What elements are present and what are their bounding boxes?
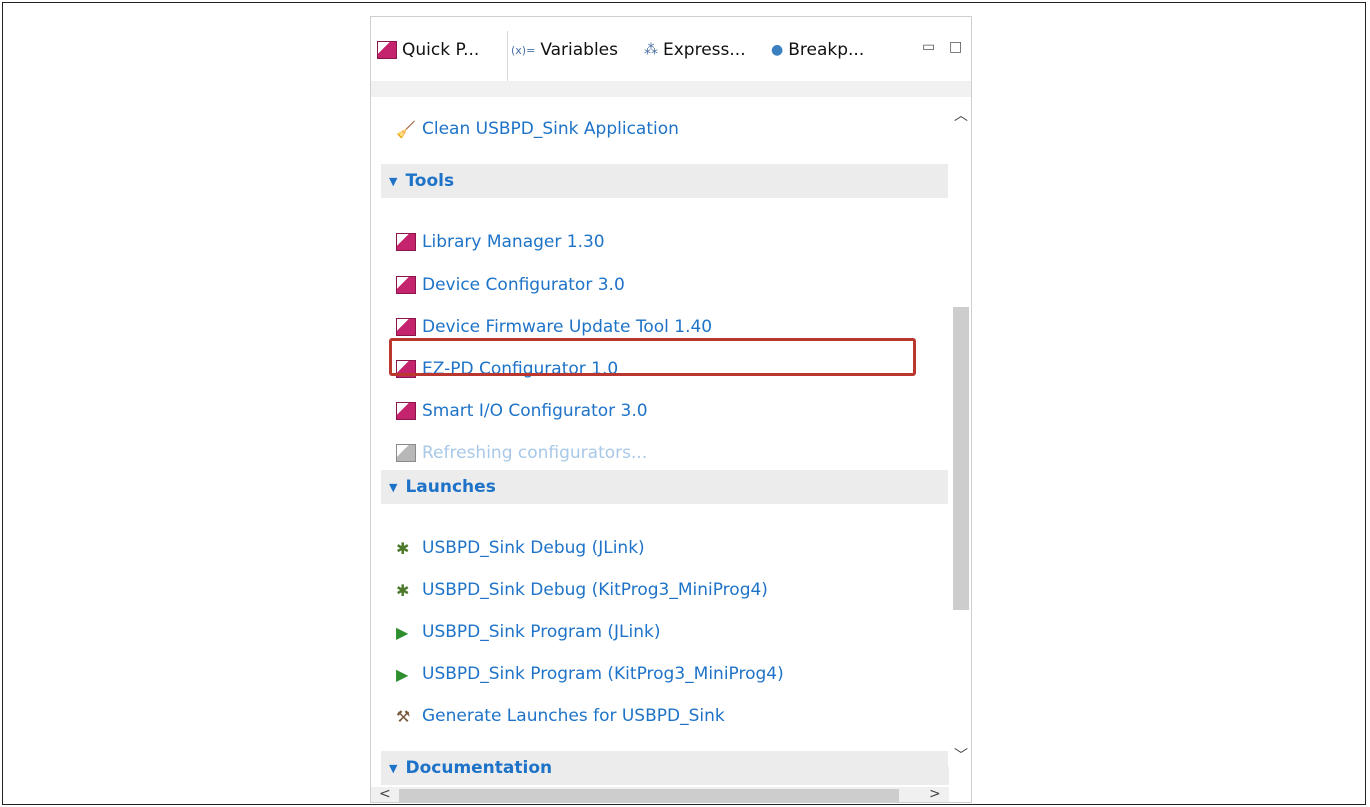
maximize-button[interactable]: □ xyxy=(949,39,962,55)
item-label: Refreshing configurators... xyxy=(422,443,648,463)
debug-bug-icon: ✱ xyxy=(396,581,410,600)
horizontal-scrollbar[interactable]: < > xyxy=(371,786,949,802)
clean-application-link[interactable]: 🧹 Clean USBPD_Sink Application xyxy=(396,116,679,142)
chevron-down-icon: ▼ xyxy=(389,174,398,188)
configurator-gray-icon xyxy=(396,444,416,462)
dfu-tool-link[interactable]: Device Firmware Update Tool 1.40 xyxy=(396,314,712,340)
section-label: Launches xyxy=(405,477,496,497)
library-manager-link[interactable]: Library Manager 1.30 xyxy=(396,229,605,255)
configurator-icon xyxy=(396,318,416,336)
section-label: Documentation xyxy=(405,758,553,778)
variables-icon: (x)= xyxy=(511,43,536,57)
program-play-icon: ▶ xyxy=(396,665,409,684)
tab-separator xyxy=(371,81,971,97)
configurator-icon xyxy=(396,276,416,294)
launch-program-jlink[interactable]: ▶ USBPD_Sink Program (JLink) xyxy=(396,619,661,645)
tab-bar: Quick P... (x)= Variables ⁂ Express... ●… xyxy=(371,17,971,81)
scroll-up-icon[interactable]: ︿ xyxy=(954,105,968,125)
section-label: Tools xyxy=(405,171,455,191)
configurator-icon xyxy=(396,402,416,420)
chevron-down-icon: ▼ xyxy=(389,761,398,775)
expressions-icon: ⁂ xyxy=(644,42,658,58)
section-tools[interactable]: ▼ Tools xyxy=(381,164,949,198)
tab-label: Variables xyxy=(540,40,618,60)
item-label: USBPD_Sink Debug (JLink) xyxy=(422,538,645,558)
device-configurator-link[interactable]: Device Configurator 3.0 xyxy=(396,272,625,298)
tab-label: Quick P... xyxy=(402,40,480,60)
highlight-box xyxy=(389,338,916,376)
item-label: Clean USBPD_Sink Application xyxy=(422,119,679,139)
section-documentation[interactable]: ▼ Documentation xyxy=(381,751,949,785)
vertical-scrollbar[interactable]: ︿ ﹀ xyxy=(948,97,971,767)
minimize-button[interactable]: ▭ xyxy=(922,39,935,55)
scroll-right-icon[interactable]: > xyxy=(929,786,941,802)
item-label: Generate Launches for USBPD_Sink xyxy=(422,706,725,726)
breakpoints-icon: ● xyxy=(771,42,784,58)
launch-program-kitprog[interactable]: ▶ USBPD_Sink Program (KitProg3_MiniProg4… xyxy=(396,661,784,687)
item-label: Device Firmware Update Tool 1.40 xyxy=(422,317,713,337)
tab-label: Breakp... xyxy=(788,40,865,60)
scroll-left-icon[interactable]: < xyxy=(379,786,391,802)
scroll-down-icon[interactable]: ﹀ xyxy=(954,745,968,765)
tab-breakpoints[interactable]: ● Breakp... xyxy=(771,39,864,61)
item-label: USBPD_Sink Program (KitProg3_MiniProg4) xyxy=(422,664,784,684)
tab-label: Express... xyxy=(663,40,746,60)
hammer-icon: ⚒ xyxy=(396,707,411,726)
launch-debug-kitprog[interactable]: ✱ USBPD_Sink Debug (KitProg3_MiniProg4) xyxy=(396,577,768,603)
item-label: Smart I/O Configurator 3.0 xyxy=(422,401,648,421)
item-label: USBPD_Sink Program (JLink) xyxy=(422,622,661,642)
tab-quick-panel[interactable]: Quick P... xyxy=(377,39,479,61)
broom-icon: 🧹 xyxy=(396,120,416,139)
program-play-icon: ▶ xyxy=(396,623,409,642)
tab-expressions[interactable]: ⁂ Express... xyxy=(644,39,746,61)
quick-panel-icon xyxy=(377,41,397,59)
quick-panel-view: Quick P... (x)= Variables ⁂ Express... ●… xyxy=(370,16,972,803)
tab-variables[interactable]: (x)= Variables xyxy=(511,39,618,61)
configurator-icon xyxy=(396,233,416,251)
generate-launches-link[interactable]: ⚒ Generate Launches for USBPD_Sink xyxy=(396,703,725,729)
horizontal-scroll-thumb[interactable] xyxy=(399,789,899,802)
item-label: Device Configurator 3.0 xyxy=(422,275,625,295)
item-label: USBPD_Sink Debug (KitProg3_MiniProg4) xyxy=(422,580,768,600)
vertical-scroll-thumb[interactable] xyxy=(953,307,969,610)
item-label: Library Manager 1.30 xyxy=(422,232,605,252)
debug-bug-icon: ✱ xyxy=(396,539,410,558)
chevron-down-icon: ▼ xyxy=(389,480,398,494)
section-launches[interactable]: ▼ Launches xyxy=(381,470,949,504)
refreshing-configurators-item: Refreshing configurators... xyxy=(396,440,647,466)
smart-io-configurator-link[interactable]: Smart I/O Configurator 3.0 xyxy=(396,398,648,424)
launch-debug-jlink[interactable]: ✱ USBPD_Sink Debug (JLink) xyxy=(396,535,645,561)
quick-panel-content: 🧹 Clean USBPD_Sink Application ▼ Tools L… xyxy=(371,97,949,787)
